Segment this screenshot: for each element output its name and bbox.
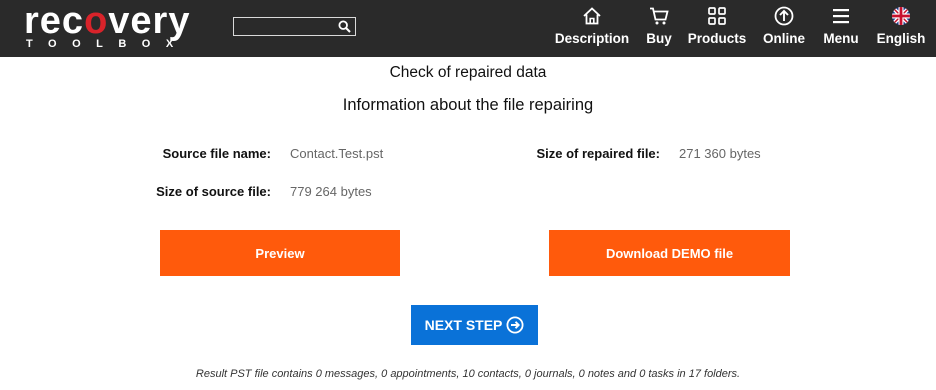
arrow-right-circle-icon: [506, 316, 524, 334]
page-subtitle: Information about the file repairing: [342, 96, 594, 114]
uk-flag-icon: [891, 6, 911, 26]
site-header: recovery TOOLBOX Description Buy Product…: [0, 0, 936, 57]
page-title: Check of repaired data: [389, 64, 547, 81]
nav-products-label: Products: [687, 31, 747, 46]
source-file-size-value: 779 264 bytes: [290, 184, 372, 199]
home-icon: [582, 6, 602, 26]
logo-wordmark: recovery: [24, 0, 191, 42]
repaired-file-size-label: Size of repaired file:: [536, 146, 660, 161]
grid-icon: [707, 6, 727, 26]
nav-buy-label: Buy: [646, 31, 672, 46]
upload-circle-icon: [774, 6, 794, 26]
download-demo-button-label: Download DEMO file: [605, 245, 734, 261]
cart-icon: [649, 6, 669, 26]
nav-products[interactable]: Products: [687, 0, 747, 57]
source-file-name-label: Source file name:: [162, 146, 271, 161]
nav-language[interactable]: English: [876, 0, 926, 57]
hamburger-icon: [831, 6, 851, 26]
logo-subtitle: TOOLBOX: [26, 38, 189, 50]
nav-menu[interactable]: Menu: [823, 0, 859, 57]
nav-description-label: Description: [554, 31, 630, 46]
download-demo-button[interactable]: Download DEMO file: [549, 230, 790, 276]
source-file-name-value: Contact.Test.pst: [290, 146, 384, 161]
preview-button[interactable]: Preview: [160, 230, 400, 276]
search-icon[interactable]: [338, 20, 351, 33]
search-field[interactable]: [233, 17, 356, 36]
nav-online-label: Online: [763, 31, 806, 46]
nav-online[interactable]: Online: [763, 0, 805, 57]
result-summary: Result PST file contains 0 messages, 0 a…: [195, 368, 741, 380]
next-step-button[interactable]: NEXT STEP: [411, 305, 538, 345]
nav-menu-label: Menu: [823, 31, 859, 46]
next-step-button-label: NEXT STEP: [424, 317, 503, 333]
nav-buy[interactable]: Buy: [644, 0, 674, 57]
nav-description[interactable]: Description: [554, 0, 630, 57]
recovery-toolbox-logo[interactable]: recovery TOOLBOX: [24, 1, 214, 51]
preview-button-label: Preview: [255, 245, 305, 261]
source-file-size-label: Size of source file:: [156, 184, 271, 199]
repaired-file-size-value: 271 360 bytes: [679, 146, 761, 161]
nav-language-label: English: [876, 31, 926, 46]
